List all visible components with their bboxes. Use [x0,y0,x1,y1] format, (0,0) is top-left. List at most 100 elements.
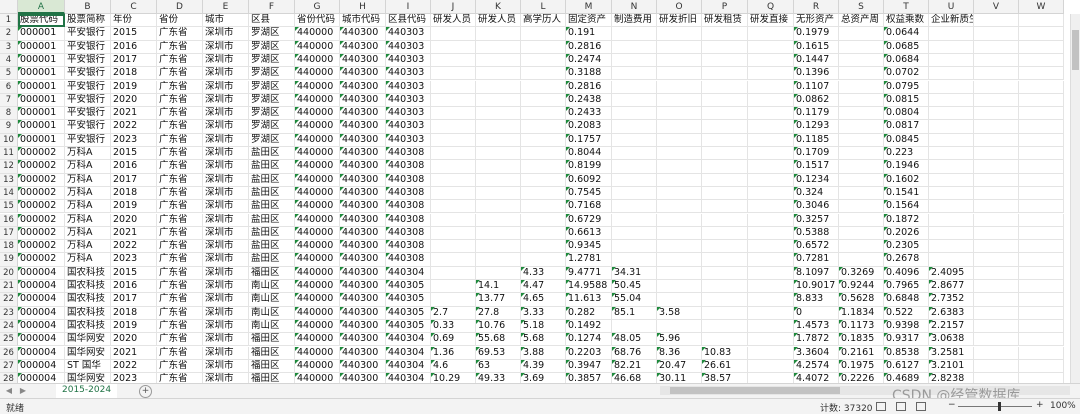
table-cell[interactable] [702,133,748,147]
table-cell[interactable] [431,147,476,161]
table-cell[interactable]: 罗湖区 [249,67,295,81]
table-cell[interactable]: 深圳市 [203,253,249,267]
table-cell[interactable]: 2020 [111,333,157,347]
table-cell[interactable]: 0.3269 [839,266,884,280]
table-cell[interactable]: 广东省 [157,27,203,41]
table-cell[interactable]: 440308 [386,173,431,187]
table-cell[interactable]: 2.2157 [929,319,974,334]
table-cell[interactable]: 14.9588 [566,280,612,294]
table-cell[interactable] [702,266,748,280]
table-cell[interactable] [521,53,566,68]
table-cell[interactable] [657,133,702,147]
table-cell[interactable]: 0.1274 [566,333,612,347]
table-cell[interactable]: 4.47 [521,280,566,294]
table-cell[interactable]: 68.76 [612,346,657,360]
table-cell[interactable]: 1.36 [431,346,476,360]
table-cell[interactable]: 2.6383 [929,306,974,320]
row-header[interactable]: 7 [0,93,18,108]
table-cell[interactable]: 南山区 [249,319,295,334]
row-header[interactable]: 18 [0,240,18,254]
table-cell[interactable]: 广东省 [157,107,203,121]
table-cell[interactable] [657,253,702,267]
table-cell[interactable] [657,53,702,68]
column-header-V[interactable]: V [974,0,1019,14]
table-cell[interactable]: 440304 [386,359,431,374]
header-cell[interactable]: 研发折旧 [657,14,702,28]
table-cell[interactable] [431,226,476,241]
table-cell[interactable] [839,107,884,121]
table-cell[interactable]: 罗湖区 [249,27,295,41]
table-cell[interactable]: 2.7352 [929,293,974,307]
table-cell[interactable]: 0.1835 [839,333,884,347]
table-cell[interactable]: 2018 [111,67,157,81]
table-cell[interactable]: 0.2678 [884,253,929,267]
table-cell[interactable]: 深圳市 [203,266,249,280]
table-cell[interactable] [1019,359,1064,374]
table-cell[interactable] [476,186,521,201]
table-cell[interactable]: 0.2816 [566,80,612,94]
header-cell[interactable]: 企业新质生产力水平 [929,14,974,28]
table-cell[interactable]: 0.1979 [794,27,839,41]
table-cell[interactable]: 0.1541 [884,186,929,201]
table-cell[interactable] [1019,319,1064,334]
row-header[interactable]: 27 [0,359,18,374]
table-cell[interactable]: 罗湖区 [249,53,295,68]
table-cell[interactable] [929,93,974,108]
table-cell[interactable]: 3.0638 [929,333,974,347]
table-cell[interactable]: 盐田区 [249,240,295,254]
table-cell[interactable]: 广东省 [157,53,203,68]
table-cell[interactable] [702,293,748,307]
table-cell[interactable]: 广东省 [157,306,203,320]
table-cell[interactable]: 万科A [65,226,111,241]
header-cell[interactable]: 无形资产 [794,14,839,28]
table-cell[interactable] [431,93,476,108]
table-cell[interactable]: 3.58 [657,306,702,320]
row-header[interactable]: 11 [0,147,18,161]
table-cell[interactable]: 平安银行 [65,120,111,134]
header-cell[interactable]: 区县代码 [386,14,431,28]
table-cell[interactable] [929,40,974,54]
table-cell[interactable]: 国农科技 [65,293,111,307]
table-cell[interactable] [657,160,702,174]
table-cell[interactable]: 0.2083 [566,120,612,134]
table-cell[interactable] [612,120,657,134]
table-cell[interactable]: 广东省 [157,240,203,254]
table-cell[interactable] [748,186,794,201]
header-cell[interactable]: 研发直接 [748,14,794,28]
table-cell[interactable]: 平安银行 [65,40,111,54]
table-cell[interactable] [521,120,566,134]
table-cell[interactable] [929,133,974,147]
table-cell[interactable]: 0.3947 [566,359,612,374]
table-cell[interactable]: 广东省 [157,200,203,214]
table-cell[interactable]: 440305 [386,319,431,334]
table-cell[interactable]: 广东省 [157,186,203,201]
table-cell[interactable] [657,173,702,187]
table-cell[interactable]: 2017 [111,293,157,307]
table-cell[interactable]: 440000 [295,226,340,241]
table-cell[interactable]: 深圳市 [203,319,249,334]
table-cell[interactable] [702,27,748,41]
table-cell[interactable]: 440300 [340,333,386,347]
table-cell[interactable] [431,200,476,214]
table-cell[interactable]: 0.1709 [794,147,839,161]
table-cell[interactable] [748,266,794,280]
table-cell[interactable]: 440000 [295,319,340,334]
row-header[interactable]: 2 [0,27,18,41]
table-cell[interactable] [431,173,476,187]
table-cell[interactable] [476,107,521,121]
table-cell[interactable]: 440304 [386,266,431,280]
table-cell[interactable] [839,133,884,147]
table-cell[interactable] [657,226,702,241]
table-cell[interactable] [839,120,884,134]
table-cell[interactable]: 国华网安 [65,346,111,360]
table-cell[interactable]: 广东省 [157,253,203,267]
table-cell[interactable] [748,226,794,241]
table-cell[interactable] [974,40,1019,54]
column-header-N[interactable]: N [612,0,657,14]
row-header[interactable]: 8 [0,107,18,121]
table-cell[interactable]: 广东省 [157,280,203,294]
header-cell[interactable]: 研发人员 [431,14,476,28]
table-cell[interactable]: 广东省 [157,80,203,94]
table-cell[interactable]: 南山区 [249,280,295,294]
table-cell[interactable]: 广东省 [157,147,203,161]
